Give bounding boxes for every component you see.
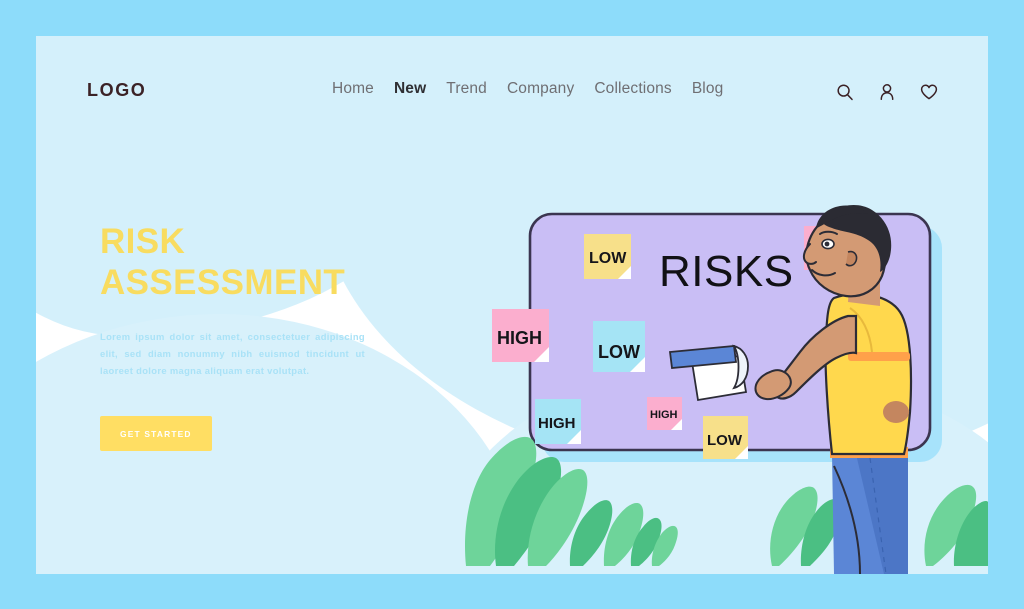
site-header: LOGO Home New Trend Company Collections …: [36, 36, 988, 148]
sticky-note-low-1: LOW: [584, 234, 631, 279]
plant-center: [603, 503, 678, 566]
svg-text:HIGH: HIGH: [538, 415, 576, 432]
sticky-note-high-5: HIGH: [535, 399, 581, 444]
page-title: RISK ASSESSMENT: [100, 221, 400, 304]
main-navigation: Home New Trend Company Collections Blog: [332, 80, 723, 98]
content-panel: LOGO Home New Trend Company Collections …: [36, 36, 988, 574]
nav-item-home[interactable]: Home: [332, 80, 374, 98]
user-icon[interactable]: [876, 81, 898, 103]
headline-line-1: RISK: [100, 222, 186, 261]
nav-item-blog[interactable]: Blog: [692, 80, 724, 98]
nav-item-trend[interactable]: Trend: [446, 80, 487, 98]
sticky-note-low-4: LOW: [593, 321, 645, 372]
svg-text:RISKS: RISKS: [659, 247, 794, 296]
nav-item-new[interactable]: New: [394, 80, 426, 98]
search-icon[interactable]: [834, 81, 856, 103]
landing-page: LOGO Home New Trend Company Collections …: [0, 0, 1024, 609]
header-actions: [834, 81, 940, 103]
headline-line-2: ASSESSMENT: [100, 263, 346, 303]
heart-icon[interactable]: [918, 81, 940, 103]
hero-illustration: RISKS LOW HIGH HIGH: [456, 166, 988, 574]
logo[interactable]: LOGO: [87, 80, 146, 101]
get-started-button[interactable]: GET STARTED: [100, 415, 212, 451]
svg-text:LOW: LOW: [589, 250, 627, 267]
sticky-note-high-6: HIGH: [647, 397, 682, 430]
sticky-note-high-3: HIGH: [492, 309, 549, 362]
hero-copy: RISK ASSESSMENT Lorem ipsum dolor sit am…: [100, 221, 400, 451]
svg-text:LOW: LOW: [707, 432, 743, 449]
sticky-note-low-7: LOW: [703, 416, 748, 459]
svg-text:LOW: LOW: [598, 342, 640, 362]
nav-item-collections[interactable]: Collections: [594, 80, 671, 98]
svg-text:HIGH: HIGH: [650, 409, 678, 421]
hero-description: Lorem ipsum dolor sit amet, consectetuer…: [100, 330, 365, 377]
svg-text:HIGH: HIGH: [497, 328, 542, 348]
nav-item-company[interactable]: Company: [507, 80, 574, 98]
